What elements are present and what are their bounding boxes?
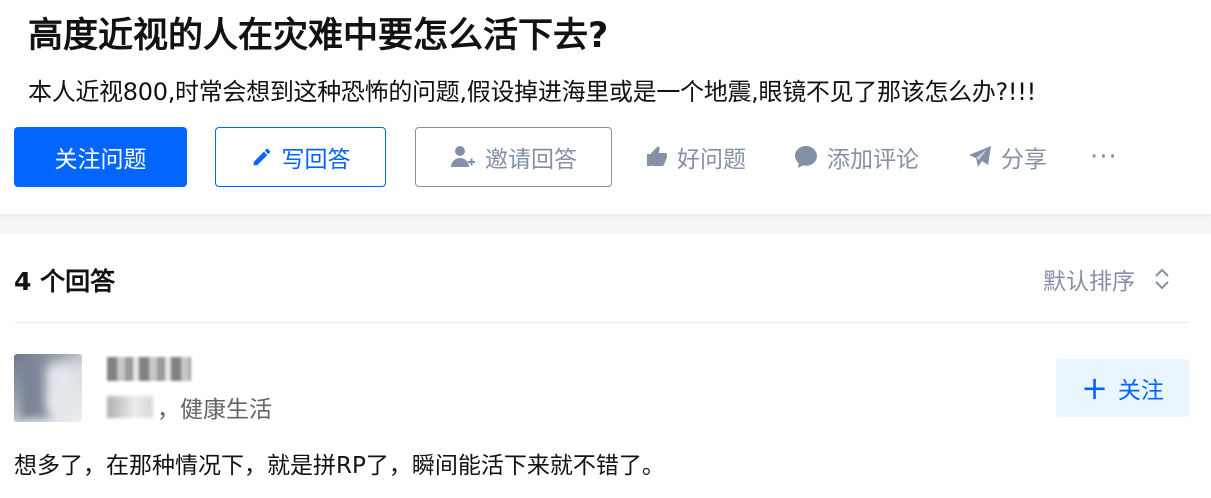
write-answer-button[interactable]: 写回答 bbox=[215, 127, 386, 187]
question-detail: 本人近视800,时常会想到这种恐怖的问题,假设掉进海里或是一个地震,眼镜不见了那… bbox=[28, 78, 1036, 106]
author-bio: ，健康生活 bbox=[107, 390, 272, 424]
paper-plane-icon bbox=[969, 146, 991, 167]
write-answer-label: 写回答 bbox=[281, 147, 351, 173]
plus-icon: + bbox=[1081, 369, 1108, 407]
author-name-redacted[interactable] bbox=[107, 354, 191, 384]
invite-answer-label: 邀请回答 bbox=[485, 147, 577, 173]
share-label: 分享 bbox=[1001, 147, 1047, 173]
question-title: 高度近视的人在灾难中要怎么活下去? bbox=[28, 16, 609, 56]
answers-section: 4 个回答 默认排序 ，健康生活 + 关注 想多了，在那种情况下，就是拼RP了，… bbox=[0, 234, 1211, 498]
answer-count: 4 个回答 bbox=[14, 267, 116, 296]
pencil-icon bbox=[253, 148, 270, 166]
redacted-bio-mosaic bbox=[107, 396, 153, 418]
invite-answer-button[interactable]: 邀请回答 bbox=[415, 127, 612, 187]
follow-question-button[interactable]: 关注问题 bbox=[14, 127, 187, 187]
more-icon: ··· bbox=[1090, 142, 1118, 172]
author-bio-text: ，健康生活 bbox=[157, 397, 272, 423]
add-comment-label: 添加评论 bbox=[827, 147, 919, 173]
sort-dropdown[interactable]: 默认排序 bbox=[1043, 262, 1171, 296]
share-button[interactable]: 分享 bbox=[967, 127, 1047, 187]
comment-bubble-icon bbox=[795, 146, 817, 168]
add-user-icon bbox=[451, 146, 475, 167]
author-avatar[interactable] bbox=[14, 354, 82, 422]
follow-question-label: 关注问题 bbox=[54, 147, 147, 173]
sort-label: 默认排序 bbox=[1043, 269, 1135, 295]
answer-content: 想多了，在那种情况下，就是拼RP了，瞬间能活下来就不错了。 bbox=[14, 453, 665, 479]
thumbs-up-icon bbox=[647, 146, 667, 166]
divider bbox=[14, 322, 1188, 323]
add-comment-button[interactable]: 添加评论 bbox=[793, 127, 919, 187]
follow-author-button[interactable]: + 关注 bbox=[1056, 359, 1189, 417]
redacted-name-mosaic bbox=[107, 357, 191, 381]
good-question-label: 好问题 bbox=[677, 147, 746, 173]
more-options-button[interactable]: ··· bbox=[1090, 127, 1118, 187]
sort-chevrons-icon bbox=[1155, 268, 1169, 290]
question-header: 高度近视的人在灾难中要怎么活下去? 本人近视800,时常会想到这种恐怖的问题,假… bbox=[0, 0, 1211, 214]
good-question-button[interactable]: 好问题 bbox=[645, 127, 746, 187]
follow-author-label: 关注 bbox=[1117, 378, 1164, 404]
